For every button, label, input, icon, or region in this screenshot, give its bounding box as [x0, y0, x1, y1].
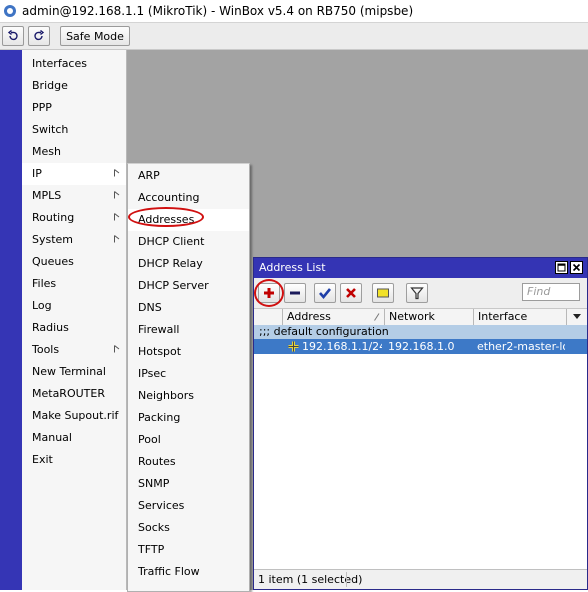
group-comment-row: ;;; default configuration — [254, 325, 587, 339]
submenu-item-addresses[interactable]: Addresses — [128, 209, 249, 231]
menu-item-ip[interactable]: IP — [22, 163, 126, 185]
submenu-item-arp[interactable]: ARP — [128, 165, 249, 187]
menu-item-radius[interactable]: Radius — [22, 317, 126, 339]
ip-submenu: ARP Accounting Addresses DHCP Client DHC… — [127, 163, 250, 592]
remove-icon — [290, 291, 300, 295]
cell-network: 192.168.1.0 — [388, 340, 455, 353]
enable-button[interactable] — [314, 283, 336, 303]
submenu-item-snmp[interactable]: SNMP — [128, 473, 249, 495]
main-toolbar: Safe Mode — [0, 23, 588, 50]
close-button[interactable] — [570, 261, 583, 274]
header-address[interactable]: Address — [283, 309, 385, 325]
submenu-arrow-icon — [114, 191, 120, 199]
maximize-button[interactable] — [555, 261, 568, 274]
submenu-item-hotspot[interactable]: Hotspot — [128, 341, 249, 363]
submenu-item-dhcp-relay[interactable]: DHCP Relay — [128, 253, 249, 275]
menu-item-interfaces[interactable]: Interfaces — [22, 53, 126, 75]
window-title: admin@192.168.1.1 (MikroTik) - WinBox v5… — [22, 4, 414, 18]
redo-icon — [34, 30, 45, 41]
cell-address: 192.168.1.1/24 — [302, 340, 382, 353]
submenu-item-neighbors[interactable]: Neighbors — [128, 385, 249, 407]
submenu-item-firewall[interactable]: Firewall — [128, 319, 249, 341]
menu-item-mesh[interactable]: Mesh — [22, 141, 126, 163]
submenu-item-routes[interactable]: Routes — [128, 451, 249, 473]
menu-item-log[interactable]: Log — [22, 295, 126, 317]
submenu-item-packing[interactable]: Packing — [128, 407, 249, 429]
undo-icon — [7, 30, 18, 41]
disable-button[interactable] — [340, 283, 362, 303]
address-table-header: Address Network Interface — [254, 309, 587, 326]
address-list-window: Address List Find Address Network Interf… — [253, 257, 588, 590]
app-titlebar: admin@192.168.1.1 (MikroTik) - WinBox v5… — [0, 0, 588, 23]
cell-interface: ether2-master-lo... — [477, 340, 565, 353]
table-row[interactable]: 192.168.1.1/24 192.168.1.0 ether2-master… — [254, 339, 587, 354]
menu-item-make-supout[interactable]: Make Supout.rif — [22, 405, 126, 427]
disable-icon — [346, 288, 356, 298]
address-entry-icon — [288, 341, 299, 352]
submenu-item-dns[interactable]: DNS — [128, 297, 249, 319]
submenu-arrow-icon — [114, 169, 120, 177]
status-bar: 1 item (1 selected) — [254, 569, 587, 589]
menu-item-new-terminal[interactable]: New Terminal — [22, 361, 126, 383]
submenu-item-dhcp-client[interactable]: DHCP Client — [128, 231, 249, 253]
submenu-item-ipsec[interactable]: IPsec — [128, 363, 249, 385]
column-chooser-button[interactable] — [567, 309, 587, 325]
maximize-icon — [557, 263, 566, 272]
menu-item-bridge[interactable]: Bridge — [22, 75, 126, 97]
winbox-side-strip — [0, 50, 22, 590]
submenu-item-dhcp-server[interactable]: DHCP Server — [128, 275, 249, 297]
find-input[interactable]: Find — [522, 283, 580, 301]
header-interface[interactable]: Interface — [474, 309, 567, 325]
menu-item-exit[interactable]: Exit — [22, 449, 126, 471]
header-network[interactable]: Network — [385, 309, 474, 325]
address-list-titlebar[interactable]: Address List — [254, 258, 587, 278]
menu-item-queues[interactable]: Queues — [22, 251, 126, 273]
menu-item-mpls[interactable]: MPLS — [22, 185, 126, 207]
submenu-arrow-icon — [114, 213, 120, 221]
undo-button[interactable] — [2, 26, 24, 46]
status-separator — [346, 572, 347, 587]
menu-item-tools[interactable]: Tools — [22, 339, 126, 361]
add-icon — [264, 288, 274, 298]
menu-item-manual[interactable]: Manual — [22, 427, 126, 449]
submenu-item-accounting[interactable]: Accounting — [128, 187, 249, 209]
filter-icon — [410, 287, 424, 300]
submenu-arrow-icon — [114, 345, 120, 353]
winbox-app-icon — [4, 5, 16, 17]
submenu-item-socks[interactable]: Socks — [128, 517, 249, 539]
remove-button[interactable] — [284, 283, 306, 303]
menu-item-system[interactable]: System — [22, 229, 126, 251]
submenu-item-pool[interactable]: Pool — [128, 429, 249, 451]
menu-item-routing[interactable]: Routing — [22, 207, 126, 229]
submenu-item-traffic-flow[interactable]: Traffic Flow — [128, 561, 249, 583]
menu-item-ppp[interactable]: PPP — [22, 97, 126, 119]
main-menu: Interfaces Bridge PPP Switch Mesh IP MPL… — [22, 50, 127, 590]
submenu-item-tftp[interactable]: TFTP — [128, 539, 249, 561]
submenu-arrow-icon — [114, 235, 120, 243]
sort-icon — [374, 313, 380, 321]
chevron-down-icon — [573, 314, 581, 319]
safe-mode-button[interactable]: Safe Mode — [60, 26, 130, 46]
submenu-item-services[interactable]: Services — [128, 495, 249, 517]
comment-button[interactable] — [372, 283, 394, 303]
close-icon — [572, 263, 581, 272]
add-button[interactable] — [258, 283, 280, 303]
menu-item-files[interactable]: Files — [22, 273, 126, 295]
header-marker-column — [254, 309, 283, 325]
filter-button[interactable] — [406, 283, 428, 303]
address-list-toolbar: Find — [254, 278, 587, 309]
address-list-title: Address List — [259, 261, 326, 274]
redo-button[interactable] — [28, 26, 50, 46]
enable-icon — [319, 288, 332, 300]
menu-item-switch[interactable]: Switch — [22, 119, 126, 141]
comment-icon — [377, 288, 389, 298]
menu-item-metarouter[interactable]: MetaROUTER — [22, 383, 126, 405]
